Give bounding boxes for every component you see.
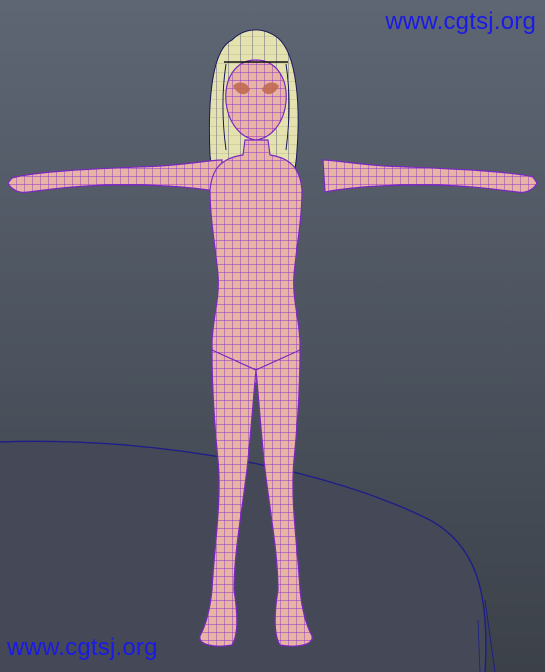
- left-arm: [7, 159, 223, 193]
- scene-canvas: [0, 29, 538, 672]
- 3d-viewport[interactable]: www.cgtsj.org www.cgtsj.org: [0, 0, 545, 672]
- torso: [209, 139, 303, 384]
- right-arm: [322, 159, 538, 193]
- watermark-bottom: www.cgtsj.org: [7, 634, 158, 661]
- watermark-top: www.cgtsj.org: [385, 8, 536, 35]
